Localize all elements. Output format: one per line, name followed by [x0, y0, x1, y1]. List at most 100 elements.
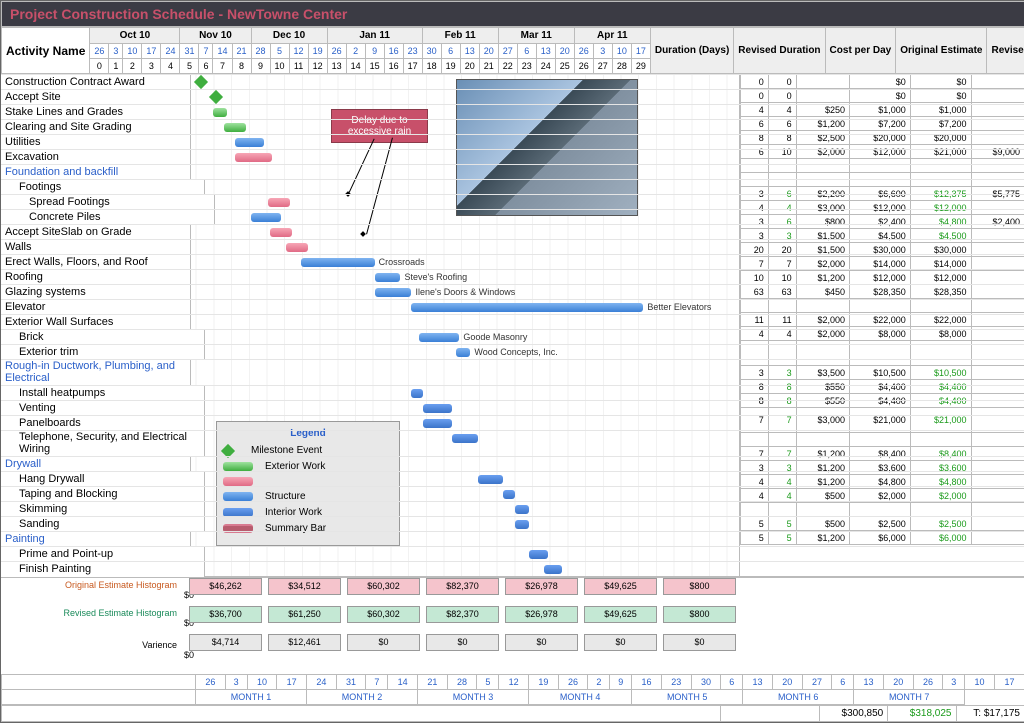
gantt-bar[interactable]: [544, 565, 562, 574]
activity-row[interactable]: Exterior trimWood Concepts, Inc.: [1, 344, 1024, 360]
gantt-bar[interactable]: [235, 153, 272, 162]
header-row: Activity Name Oct 10 Nov 10 Dec 10 Jan 1…: [1, 27, 1024, 74]
gantt-bar[interactable]: [503, 490, 514, 499]
histogram-bar: $0: [584, 634, 657, 651]
activity-row[interactable]: Install heatpumps: [1, 385, 1024, 401]
histogram-bar: $12,461: [268, 634, 341, 651]
activity-row[interactable]: Skimming: [1, 501, 1024, 517]
activity-label: Exterior Wall Surfaces: [1, 315, 191, 330]
activity-label: Excavation: [1, 150, 191, 165]
histogram-bar: $82,370: [426, 578, 499, 595]
histogram-bar: $49,625: [584, 578, 657, 595]
activity-row[interactable]: Foundation and backfill: [1, 164, 1024, 180]
gantt-bar[interactable]: [224, 123, 246, 132]
gantt-bar[interactable]: [235, 138, 264, 147]
activity-row[interactable]: Construction Contract Award: [1, 74, 1024, 90]
activity-row[interactable]: Spread Footings: [1, 194, 1024, 210]
activity-row[interactable]: Accept SiteSlab on Grade: [1, 224, 1024, 240]
activity-label: Telephone, Security, and Electrical Wiri…: [1, 431, 205, 457]
activity-row[interactable]: Footings: [1, 179, 1024, 195]
gantt-bar[interactable]: [529, 550, 547, 559]
activity-row[interactable]: BrickGoode Masonry: [1, 329, 1024, 345]
page-title: Project Construction Schedule - NewTowne…: [2, 2, 1024, 27]
activity-row[interactable]: Hang Drywall: [1, 471, 1024, 487]
gantt-bar[interactable]: [423, 419, 452, 428]
activity-label: Exterior trim: [1, 345, 205, 360]
activity-row[interactable]: Concrete Piles: [1, 209, 1024, 225]
gantt-bar[interactable]: [423, 404, 452, 413]
activity-label: Painting: [1, 532, 191, 547]
histogram-bar: $800: [663, 578, 736, 595]
activity-row[interactable]: Rough-in Ductwork, Plumbing, and Electri…: [1, 359, 1024, 386]
var-hist-label: Varience: [1, 640, 181, 650]
gantt-bar[interactable]: [301, 258, 375, 267]
activity-row[interactable]: Glazing systemsIlene's Doors & Windows: [1, 284, 1024, 300]
histogram-bar: $49,625: [584, 606, 657, 623]
histogram-bar: $0: [426, 634, 499, 651]
gantt-bar[interactable]: [270, 228, 292, 237]
activity-row[interactable]: Stake Lines and Grades: [1, 104, 1024, 120]
activity-label: Prime and Point-up: [1, 547, 205, 562]
histogram-bar: $0: [347, 634, 420, 651]
histogram-bar: $26,978: [505, 578, 578, 595]
activity-row[interactable]: Erect Walls, Floors, and RoofCrossroads: [1, 254, 1024, 270]
gantt-bar[interactable]: [452, 434, 478, 443]
gantt-bar[interactable]: [251, 213, 280, 222]
activity-row[interactable]: Utilities: [1, 134, 1024, 150]
activity-label: Spread Footings: [1, 195, 215, 210]
activity-label: Taping and Blocking: [1, 487, 205, 502]
activity-label: Venting: [1, 401, 205, 416]
activity-row[interactable]: Excavation: [1, 149, 1024, 165]
gantt-bar[interactable]: [213, 108, 228, 117]
gantt-bar[interactable]: [456, 348, 471, 357]
gantt-chart[interactable]: Delay due to excessive rain Legend Miles…: [1, 74, 1024, 577]
histogram-bar: $61,250: [268, 606, 341, 623]
activity-label: Erect Walls, Floors, and Roof: [1, 255, 191, 270]
activity-label: Footings: [1, 180, 205, 195]
histogram-bar: $82,370: [426, 606, 499, 623]
gantt-bar[interactable]: [411, 303, 643, 312]
activity-row[interactable]: Telephone, Security, and Electrical Wiri…: [1, 430, 1024, 457]
gantt-bar[interactable]: [419, 333, 459, 342]
gantt-bar[interactable]: [268, 198, 290, 207]
activity-row[interactable]: Drywall: [1, 456, 1024, 472]
activity-row[interactable]: Panelboards: [1, 415, 1024, 431]
activity-label: Utilities: [1, 135, 191, 150]
activity-label: Walls: [1, 240, 191, 255]
activity-row[interactable]: Venting: [1, 400, 1024, 416]
activity-label: Glazing systems: [1, 285, 191, 300]
activity-row[interactable]: Taping and Blocking: [1, 486, 1024, 502]
activity-row[interactable]: Prime and Point-up: [1, 546, 1024, 562]
histogram-bar: $26,978: [505, 606, 578, 623]
activity-row[interactable]: Exterior Wall Surfaces: [1, 314, 1024, 330]
total-variance: T: $17,175: [956, 706, 1024, 722]
rev-hist-label: Revised Estimate Histogram: [1, 608, 181, 618]
activity-label: Install heatpumps: [1, 386, 205, 401]
activity-row[interactable]: Sanding: [1, 516, 1024, 532]
gantt-bar[interactable]: [375, 288, 412, 297]
activity-label: Foundation and backfill: [1, 165, 191, 180]
gantt-bar[interactable]: [515, 505, 530, 514]
activity-row[interactable]: Painting: [1, 531, 1024, 547]
activity-label: Sanding: [1, 517, 205, 532]
gantt-bar[interactable]: [411, 389, 422, 398]
gantt-bar[interactable]: [478, 475, 504, 484]
histogram-bar: $36,700: [189, 606, 262, 623]
activity-label: Rough-in Ductwork, Plumbing, and Electri…: [1, 360, 191, 386]
activity-label: Concrete Piles: [1, 210, 215, 225]
activity-row[interactable]: Walls: [1, 239, 1024, 255]
orig-hist-label: Original Estimate Histogram: [1, 580, 181, 590]
histogram-bar: $60,302: [347, 606, 420, 623]
activity-row[interactable]: ElevatorBetter Elevators: [1, 299, 1024, 315]
activity-row[interactable]: RoofingSteve's Roofing: [1, 269, 1024, 285]
histogram-bar: $0: [505, 634, 578, 651]
activity-label: Drywall: [1, 457, 191, 472]
activity-row[interactable]: Accept Site: [1, 89, 1024, 105]
activity-row[interactable]: Finish Painting: [1, 561, 1024, 577]
activity-row[interactable]: Clearing and Site Grading: [1, 119, 1024, 135]
gantt-bar[interactable]: [515, 520, 530, 529]
activity-label: Elevator: [1, 300, 191, 315]
gantt-bar[interactable]: [286, 243, 308, 252]
gantt-bar[interactable]: [375, 273, 401, 282]
activity-label: Stake Lines and Grades: [1, 105, 191, 120]
